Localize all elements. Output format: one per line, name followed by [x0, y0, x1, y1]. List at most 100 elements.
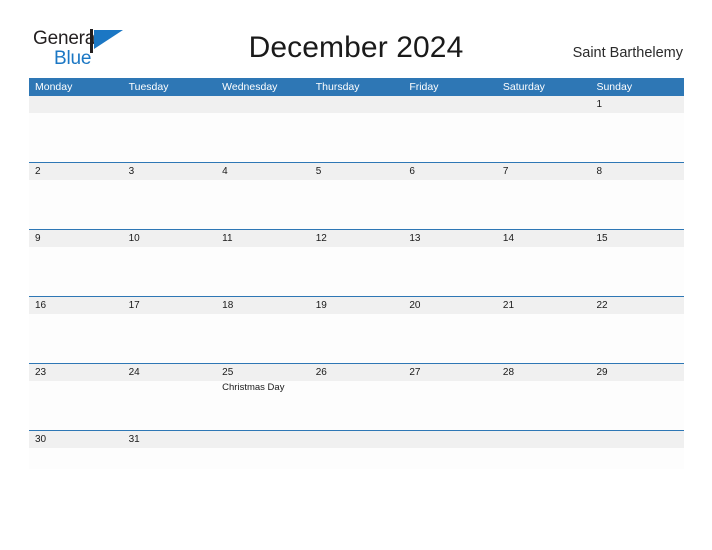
dow-friday: Friday [409, 81, 439, 93]
day-number: 10 [128, 233, 140, 244]
day-cell-7[interactable]: 7 [496, 163, 591, 229]
day-cell-27[interactable]: 27 [403, 364, 497, 430]
day-number: 4 [222, 166, 228, 177]
day-cell-30[interactable]: 30 [29, 431, 123, 469]
day-cell-17[interactable]: 17 [122, 297, 217, 363]
day-number: 11 [222, 233, 233, 244]
day-number: 6 [409, 166, 415, 177]
day-number: 18 [222, 300, 234, 311]
dow-wednesday: Wednesday [222, 81, 278, 93]
day-cell-28[interactable]: 28 [496, 364, 591, 430]
day-cell-19[interactable]: 19 [309, 297, 404, 363]
day-cell-13[interactable]: 13 [403, 230, 497, 296]
day-cell-empty [496, 431, 591, 469]
day-cell-8[interactable]: 8 [590, 163, 685, 229]
day-number: 28 [502, 367, 515, 378]
day-number: 17 [128, 300, 140, 311]
day-number: 3 [128, 166, 135, 177]
day-number-band [590, 431, 685, 448]
dow-monday: Monday [35, 81, 73, 93]
day-number-band [29, 96, 123, 113]
dow-thursday: Thursday [315, 81, 360, 93]
day-number: 30 [35, 434, 47, 445]
day-cell-22[interactable]: 22 [590, 297, 685, 363]
day-cell-empty [216, 431, 310, 469]
day-cell-10[interactable]: 10 [122, 230, 217, 296]
day-number-band [309, 96, 404, 113]
day-number-band [403, 163, 497, 180]
day-cell-21[interactable]: 21 [496, 297, 591, 363]
day-number: 2 [35, 166, 41, 177]
day-number: 5 [315, 166, 322, 177]
day-cell-25[interactable]: 25 Christmas Day [216, 364, 310, 430]
day-cell-empty [29, 96, 123, 162]
day-cell-empty [403, 431, 497, 469]
calendar-weeks: 1 2 3 4 5 6 7 8 9 10 11 12 13 14 15 16 17 18 19 20 21 22 23 24 2… [29, 96, 685, 469]
location-label: Saint Barthelemy [572, 45, 683, 61]
day-cell-18[interactable]: 18 [216, 297, 310, 363]
day-cell-6[interactable]: 6 [403, 163, 497, 229]
day-number: 29 [596, 367, 608, 378]
day-number: 23 [35, 367, 47, 378]
day-number: 8 [596, 166, 603, 177]
day-number: 7 [502, 166, 509, 177]
day-cell-16[interactable]: 16 [29, 297, 123, 363]
day-number: 13 [409, 233, 421, 244]
day-cell-empty [309, 96, 404, 162]
day-number: 14 [502, 233, 515, 244]
day-number: 31 [128, 434, 140, 445]
day-number-band [216, 163, 310, 180]
day-cell-empty [216, 96, 310, 162]
day-event: Christmas Day [222, 382, 285, 393]
dow-saturday: Saturday [502, 81, 545, 93]
calendar-week-inner: 23 24 25 Christmas Day 26 27 28 29 [29, 364, 685, 430]
dow-sunday: Sunday [596, 81, 633, 93]
day-cell-empty [309, 431, 404, 469]
day-cell-11[interactable]: 11 [216, 230, 310, 296]
calendar-week-row: 16 17 18 19 20 21 22 [29, 296, 685, 363]
day-number-band [29, 163, 123, 180]
day-number-band [496, 96, 591, 113]
day-number: 21 [502, 300, 515, 311]
calendar-week-row: 23 24 25 Christmas Day 26 27 28 29 [29, 363, 685, 430]
calendar-week-inner: 9 10 11 12 13 14 15 [29, 230, 685, 296]
calendar-week-row: 9 10 11 12 13 14 15 [29, 229, 685, 296]
day-cell-23[interactable]: 23 [29, 364, 123, 430]
day-number: 1 [596, 99, 603, 110]
day-number-band [496, 163, 591, 180]
day-cell-31[interactable]: 31 [122, 431, 217, 469]
day-number: 12 [315, 233, 327, 244]
calendar-week-inner: 2 3 4 5 6 7 8 [29, 163, 685, 229]
calendar-week-inner: 1 [29, 96, 685, 162]
day-cell-26[interactable]: 26 [309, 364, 404, 430]
day-number-band [122, 163, 217, 180]
day-cell-empty [403, 96, 497, 162]
calendar-page: General Blue December 2024 Saint Barthel… [0, 0, 712, 550]
day-number-band [29, 230, 123, 247]
day-cell-5[interactable]: 5 [309, 163, 404, 229]
day-cell-9[interactable]: 9 [29, 230, 123, 296]
day-cell-15[interactable]: 15 [590, 230, 685, 296]
day-number-band [590, 96, 685, 113]
dow-tuesday: Tuesday [128, 81, 169, 93]
day-number: 20 [409, 300, 421, 311]
day-number: 22 [596, 300, 608, 311]
day-number: 15 [596, 233, 608, 244]
day-cell-3[interactable]: 3 [122, 163, 217, 229]
day-cell-4[interactable]: 4 [216, 163, 310, 229]
day-number: 16 [35, 300, 47, 311]
day-cell-24[interactable]: 24 [122, 364, 217, 430]
calendar-week-inner: 16 17 18 19 20 21 22 [29, 297, 685, 363]
day-cell-14[interactable]: 14 [496, 230, 591, 296]
day-cell-20[interactable]: 20 [403, 297, 497, 363]
day-cell-1[interactable]: 1 [590, 96, 685, 162]
day-number-band [309, 431, 404, 448]
day-cell-29[interactable]: 29 [590, 364, 685, 430]
day-cell-empty [496, 96, 591, 162]
day-number-band [216, 431, 310, 448]
calendar-grid: Monday Tuesday Wednesday Thursday Friday… [29, 78, 685, 469]
day-cell-2[interactable]: 2 [29, 163, 123, 229]
day-number: 25 [222, 367, 234, 378]
day-cell-empty [122, 96, 217, 162]
day-cell-12[interactable]: 12 [309, 230, 404, 296]
